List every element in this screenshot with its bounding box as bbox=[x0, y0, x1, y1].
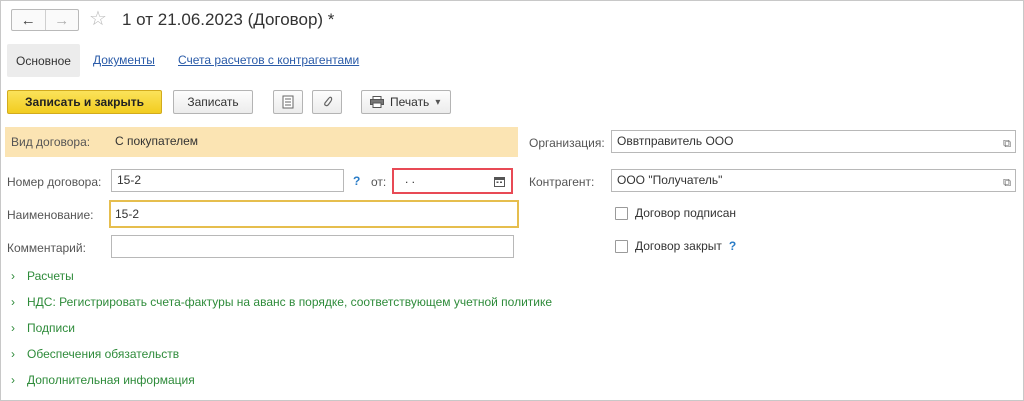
section-label: Дополнительная информация bbox=[27, 373, 195, 387]
comment-label: Комментарий: bbox=[7, 241, 86, 255]
help-icon[interactable]: ? bbox=[353, 174, 360, 188]
organization-field[interactable]: Оввтправитель ООО ⧉ bbox=[611, 130, 1016, 153]
signed-label: Договор подписан bbox=[635, 206, 737, 220]
nav-buttons: ← → bbox=[11, 9, 79, 31]
report-list-icon bbox=[282, 95, 294, 109]
open-link-icon[interactable]: ⧉ bbox=[1003, 134, 1011, 155]
section-label: Расчеты bbox=[27, 269, 74, 283]
page-title: 1 от 21.06.2023 (Договор) * bbox=[122, 10, 335, 29]
chevron-down-icon: ▾ bbox=[435, 96, 441, 108]
forward-arrow-icon[interactable]: → bbox=[44, 10, 79, 30]
section-obligations[interactable]: › Обеспечения обязательств bbox=[11, 347, 179, 361]
attach-button[interactable] bbox=[312, 90, 342, 114]
back-arrow-icon[interactable]: ← bbox=[12, 10, 45, 30]
chevron-right-icon: › bbox=[11, 373, 15, 387]
signed-checkbox-row[interactable]: Договор подписан bbox=[615, 206, 736, 220]
favorite-star-icon[interactable]: ☆ bbox=[89, 7, 107, 31]
date-field[interactable]: . . bbox=[392, 168, 513, 194]
help-icon[interactable]: ? bbox=[729, 239, 736, 253]
section-additional-info[interactable]: › Дополнительная информация bbox=[11, 373, 195, 387]
report-button[interactable] bbox=[273, 90, 303, 114]
tab-documents[interactable]: Документы bbox=[93, 53, 155, 67]
tab-settlement-accounts[interactable]: Счета расчетов с контрагентами bbox=[178, 53, 359, 67]
counterparty-value: ООО "Получатель" bbox=[617, 173, 723, 187]
name-label: Наименование: bbox=[7, 208, 94, 222]
section-settlements[interactable]: › Расчеты bbox=[11, 269, 74, 283]
organization-value: Оввтправитель ООО bbox=[617, 134, 734, 148]
section-label: НДС: Регистрировать счета-фактуры на ава… bbox=[27, 295, 553, 309]
paperclip-icon bbox=[324, 96, 333, 107]
contract-number-field[interactable]: 15-2 bbox=[111, 169, 344, 192]
counterparty-label: Контрагент: bbox=[529, 175, 595, 189]
contract-type-field[interactable]: С покупателем bbox=[109, 130, 409, 153]
save-button[interactable]: Записать bbox=[173, 90, 253, 114]
comment-field[interactable] bbox=[111, 235, 514, 258]
chevron-right-icon: › bbox=[11, 295, 15, 309]
chevron-right-icon: › bbox=[11, 269, 15, 283]
calendar-icon[interactable] bbox=[494, 176, 505, 187]
organization-label: Организация: bbox=[529, 136, 605, 150]
print-button[interactable]: Печать ▾ bbox=[361, 90, 451, 114]
contract-type-label: Вид договора: bbox=[11, 135, 91, 149]
save-and-close-button[interactable]: Записать и закрыть bbox=[7, 90, 162, 114]
closed-label: Договор закрыт bbox=[635, 239, 722, 253]
date-label: от: bbox=[371, 175, 387, 189]
closed-checkbox[interactable] bbox=[615, 239, 628, 253]
signed-checkbox[interactable] bbox=[615, 206, 628, 220]
chevron-right-icon: › bbox=[11, 347, 15, 361]
section-label: Обеспечения обязательств bbox=[27, 347, 180, 361]
print-button-label: Печать bbox=[390, 95, 430, 109]
date-value: . . bbox=[405, 172, 416, 186]
section-signatures[interactable]: › Подписи bbox=[11, 321, 75, 335]
name-field[interactable]: 15-2 bbox=[109, 200, 519, 228]
document-window: ← → ☆ 1 от 21.06.2023 (Договор) * Основн… bbox=[0, 0, 1024, 401]
section-vat[interactable]: › НДС: Регистрировать счета-фактуры на а… bbox=[11, 295, 552, 309]
counterparty-field[interactable]: ООО "Получатель" ⧉ bbox=[611, 169, 1016, 192]
closed-checkbox-row[interactable]: Договор закрыт ? bbox=[615, 239, 736, 253]
printer-icon bbox=[370, 96, 384, 108]
open-link-icon[interactable]: ⧉ bbox=[1003, 173, 1011, 194]
tab-main[interactable]: Основное bbox=[7, 44, 80, 77]
chevron-right-icon: › bbox=[11, 321, 15, 335]
section-label: Подписи bbox=[27, 321, 75, 335]
contract-number-label: Номер договора: bbox=[7, 175, 102, 189]
